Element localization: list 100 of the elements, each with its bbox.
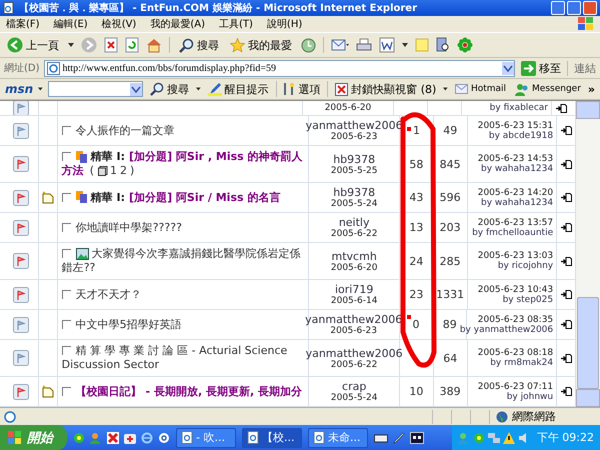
home-icon[interactable] bbox=[146, 37, 162, 53]
stop-icon[interactable] bbox=[104, 37, 118, 53]
dropdown-arrow-icon[interactable] bbox=[38, 87, 43, 91]
more-button[interactable]: » bbox=[588, 82, 596, 96]
language-bar-icon[interactable] bbox=[410, 432, 424, 444]
author-link[interactable]: neitly bbox=[338, 216, 370, 229]
warning-icon[interactable] bbox=[502, 432, 515, 444]
last-poster-link[interactable]: by step025 bbox=[502, 294, 554, 304]
page-link[interactable]: 2 bbox=[120, 164, 128, 177]
thread-title-link[interactable]: 精華 I: [加分題] 阿Sir / Miss 的名言 bbox=[62, 190, 280, 204]
taskbar-button[interactable]: 【校... bbox=[242, 428, 302, 448]
flower-icon[interactable] bbox=[457, 37, 473, 53]
go-to-last-post-icon[interactable] bbox=[560, 387, 572, 396]
menu-item[interactable]: 說明(H) bbox=[266, 17, 302, 31]
mail-icon[interactable] bbox=[331, 38, 349, 52]
thread-title-link[interactable]: 中文中學5招學好英語 bbox=[62, 318, 182, 332]
links-label[interactable]: 連結 bbox=[567, 60, 596, 76]
menu-item[interactable]: 工具(T) bbox=[219, 17, 253, 31]
author-link[interactable]: yanmatthew2006 bbox=[306, 119, 403, 132]
msn-logo[interactable]: msn bbox=[5, 82, 34, 96]
close-button[interactable] bbox=[583, 1, 597, 15]
x-logo-icon[interactable] bbox=[107, 432, 119, 444]
menu-item[interactable]: 編輯(E) bbox=[54, 17, 88, 31]
author-link[interactable]: mtvcmh bbox=[332, 250, 377, 262]
thread-title-link[interactable]: 令人振作的一篇文章 bbox=[62, 124, 175, 138]
author-link[interactable]: hb9378 bbox=[333, 186, 376, 199]
popup-blocker-button[interactable]: 封鎖快顯視窗 (8) bbox=[333, 82, 438, 96]
first-aid-kit-icon[interactable] bbox=[124, 432, 136, 444]
pen-icon[interactable] bbox=[393, 432, 405, 444]
go-to-last-post-icon[interactable] bbox=[560, 290, 572, 299]
checkbox[interactable] bbox=[62, 152, 71, 162]
menu-item[interactable]: 我的最愛(A) bbox=[150, 17, 205, 31]
go-to-last-post-icon[interactable] bbox=[560, 160, 572, 168]
minimize-button[interactable] bbox=[551, 1, 565, 15]
go-to-last-post-icon[interactable] bbox=[560, 223, 572, 232]
checkbox[interactable] bbox=[62, 386, 71, 396]
last-poster-link[interactable]: by fmchelloauntie bbox=[472, 228, 554, 238]
checkbox[interactable] bbox=[62, 290, 71, 299]
last-poster-link[interactable]: by abcde1918 bbox=[488, 130, 554, 140]
author-link[interactable]: crap bbox=[342, 380, 366, 393]
checkbox[interactable] bbox=[62, 346, 71, 356]
favorites-button[interactable]: 我的最愛 bbox=[228, 38, 294, 52]
scrollbar[interactable] bbox=[575, 101, 600, 407]
author-link[interactable]: yanmatthew2006 bbox=[306, 346, 403, 360]
last-poster-link[interactable]: by yanmatthew2006 bbox=[460, 324, 554, 334]
dropdown-arrow-icon[interactable] bbox=[68, 43, 74, 47]
last-poster-link[interactable]: by johnwu bbox=[506, 392, 554, 402]
checkbox[interactable] bbox=[62, 222, 71, 232]
print-icon[interactable] bbox=[356, 38, 372, 52]
go-button[interactable]: 移至 bbox=[519, 60, 563, 76]
checkbox[interactable] bbox=[62, 126, 71, 135]
flower-icon[interactable] bbox=[472, 432, 485, 444]
go-to-last-post-icon[interactable] bbox=[560, 320, 572, 329]
author-link[interactable]: hb9378 bbox=[333, 152, 376, 166]
address-field[interactable]: http://www.entfun.com/bbs/forumdisplay.php?fid=59 bbox=[44, 60, 515, 76]
thread-title-link[interactable]: 天才不天才？ bbox=[62, 288, 142, 302]
taskbar-button[interactable]: - 吹... bbox=[176, 428, 236, 448]
checkbox[interactable] bbox=[62, 192, 71, 202]
author-link[interactable]: yanmatthew2006 bbox=[305, 313, 402, 326]
thread-title-link[interactable]: 大家覺得今次李嘉誠捐錢比醫學院係岩定係錯左?? bbox=[62, 247, 304, 275]
checkbox[interactable] bbox=[62, 320, 71, 329]
go-to-last-post-icon[interactable] bbox=[556, 104, 566, 112]
author-link[interactable]: iori719 bbox=[334, 283, 374, 296]
research-icon[interactable] bbox=[436, 37, 450, 53]
go-to-last-post-icon[interactable] bbox=[560, 256, 572, 266]
thread-title-link[interactable]: 【校園日記】 - 長期開放, 長期更新, 長期加分 bbox=[62, 384, 302, 398]
taskbar-button[interactable]: 未命... bbox=[308, 428, 368, 448]
search-button[interactable]: 搜尋 bbox=[177, 38, 221, 52]
back-button[interactable]: 上一頁 bbox=[5, 37, 61, 53]
go-to-last-post-icon[interactable] bbox=[560, 193, 572, 202]
hotmail-button[interactable]: Hotmail bbox=[452, 84, 508, 94]
search-button[interactable]: 搜尋 bbox=[148, 82, 191, 96]
thread-title-link[interactable]: 精 算 學 專 業 討 論 區 - Acturial Science Discussion Sector bbox=[62, 344, 304, 372]
last-poster-link[interactable]: by rm8mak24 bbox=[490, 358, 554, 368]
go-to-last-post-icon[interactable] bbox=[560, 126, 572, 135]
search-field[interactable] bbox=[48, 81, 143, 97]
word-document-icon[interactable] bbox=[379, 37, 395, 53]
last-poster-link[interactable]: by wahaha1234 bbox=[480, 198, 554, 208]
last-poster-link[interactable]: by fixablecar bbox=[490, 103, 548, 113]
menu-item[interactable]: 檔案(F) bbox=[6, 17, 40, 31]
last-poster-link[interactable]: by ricojohny bbox=[498, 261, 554, 271]
refresh-icon[interactable] bbox=[125, 37, 139, 53]
dropdown-arrow-icon[interactable] bbox=[443, 87, 448, 91]
history-icon[interactable] bbox=[301, 38, 316, 52]
thread-title-link[interactable]: 精華 I: [加分題] 阿Sir , Miss 的神奇罰人方法 ( 1 2 ) bbox=[62, 150, 304, 178]
last-poster-link[interactable]: by wahaha1234 bbox=[480, 164, 554, 174]
options-button[interactable]: 選項 bbox=[281, 82, 322, 96]
messenger-button[interactable]: Messenger bbox=[513, 82, 583, 96]
page-link[interactable]: 1 bbox=[110, 164, 118, 177]
restore-button[interactable] bbox=[567, 1, 581, 15]
keyboard-icon[interactable] bbox=[374, 432, 388, 442]
flower-icon[interactable] bbox=[73, 432, 85, 444]
menu-item[interactable]: 檢視(V) bbox=[102, 17, 136, 31]
dropdown-arrow-icon[interactable] bbox=[402, 43, 408, 47]
highlight-button[interactable]: 醒目提示 bbox=[206, 82, 271, 96]
thread-title-link[interactable]: 你地讀咩中學架????? bbox=[62, 220, 182, 234]
checkbox[interactable] bbox=[62, 249, 71, 258]
dropdown-arrow-icon[interactable] bbox=[196, 87, 201, 91]
start-button[interactable]: 開始 bbox=[0, 425, 67, 450]
go-to-last-post-icon[interactable] bbox=[560, 354, 572, 362]
